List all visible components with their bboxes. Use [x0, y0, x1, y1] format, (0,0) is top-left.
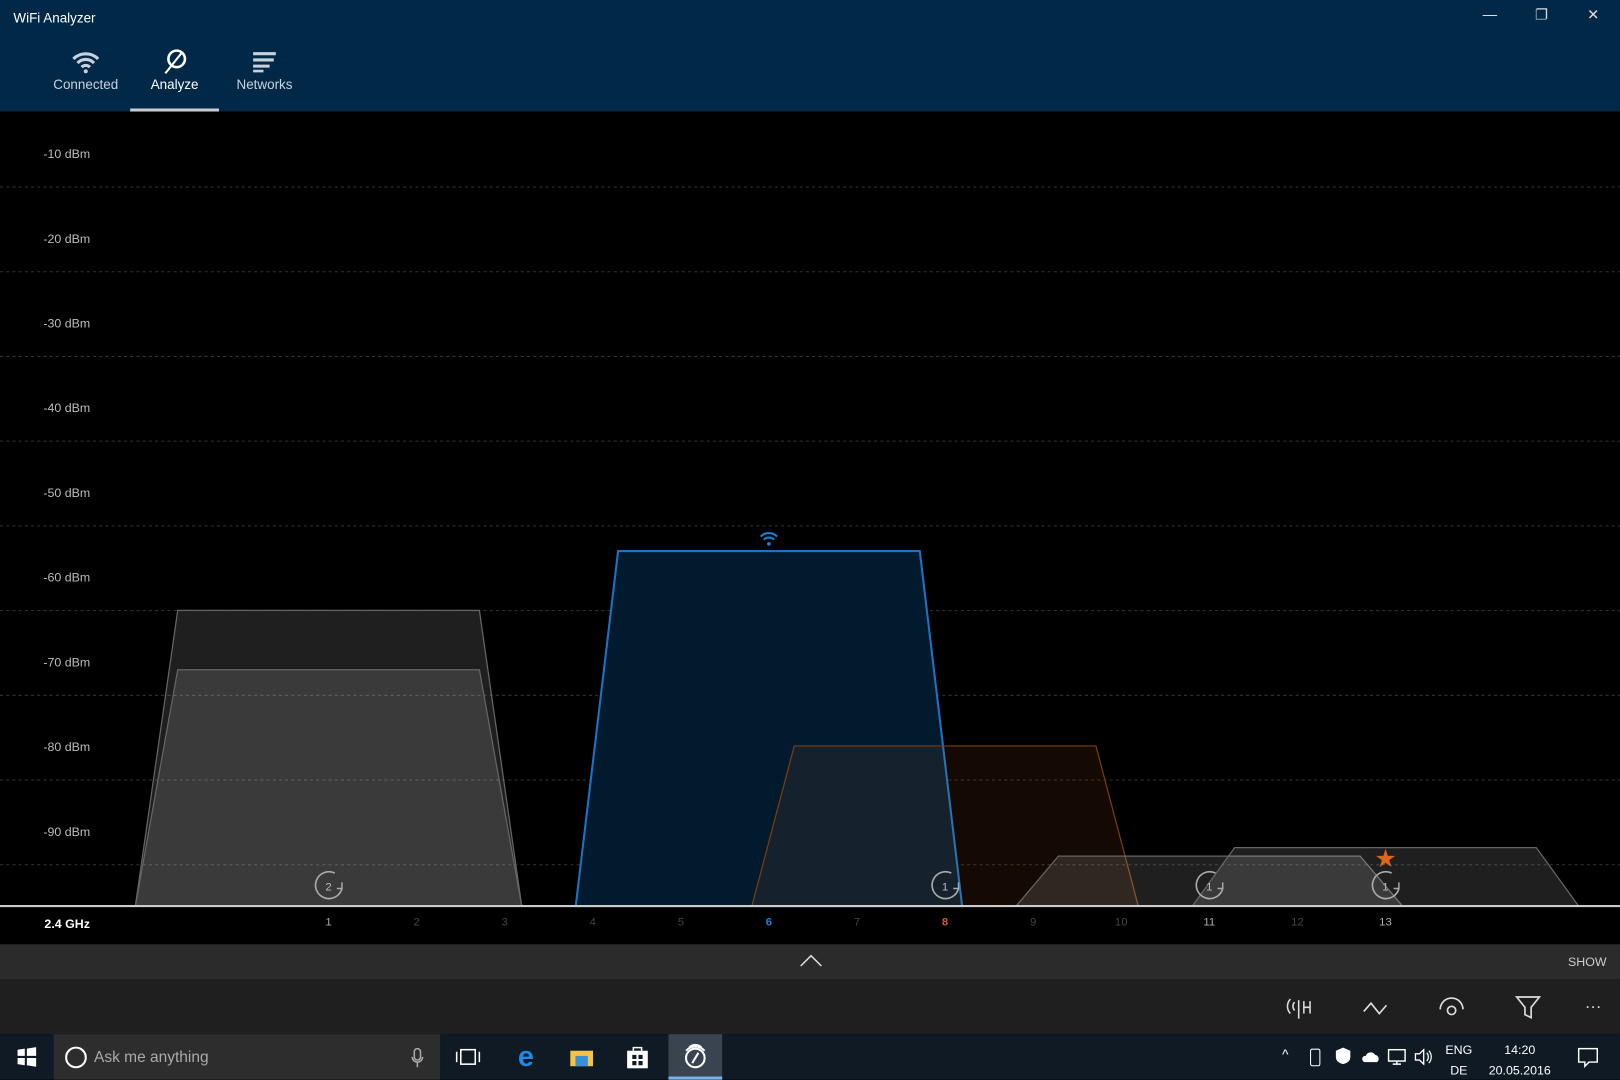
band-label: 2.4 GHz — [44, 916, 89, 930]
graph-icon[interactable] — [1360, 992, 1391, 1023]
cortana-icon — [65, 1047, 87, 1069]
microphone-icon[interactable] — [411, 1048, 423, 1074]
more-icon[interactable]: ··· — [1578, 992, 1609, 1023]
y-tick-label: -60 dBm — [43, 570, 90, 584]
y-tick-label: -20 dBm — [43, 231, 90, 245]
y-tick-label: -30 dBm — [43, 316, 90, 330]
store-icon[interactable] — [612, 1034, 664, 1079]
tab-analyze[interactable]: Analyze — [130, 48, 219, 112]
channel-label: 9 — [1030, 916, 1036, 928]
channel-network-count: 1 — [1206, 882, 1212, 894]
show-hidden-icons[interactable]: ^ — [1282, 1047, 1288, 1062]
usb-icon[interactable] — [1310, 1049, 1320, 1067]
command-bar: ··· — [0, 979, 1620, 1034]
network-icon[interactable] — [1388, 1049, 1407, 1071]
y-tick-label: -70 dBm — [43, 655, 90, 669]
lang-secondary: DE — [1445, 1060, 1472, 1080]
search-box[interactable]: Ask me anything — [54, 1034, 440, 1079]
channel-label: 10 — [1115, 916, 1128, 928]
channel-label: 1 — [325, 916, 331, 928]
favorite-star-icon: ★ — [1374, 846, 1396, 873]
y-tick-label: -90 dBm — [43, 824, 90, 838]
channel-label: 8 — [942, 916, 948, 928]
filter-icon[interactable] — [1513, 992, 1544, 1023]
tab-label: Connected — [41, 76, 130, 91]
title-bar: WiFi Analyzer — ❐ ✕ Connected Analyze Ne… — [0, 0, 1620, 112]
defender-shield-icon[interactable] — [1335, 1047, 1352, 1071]
lang-primary: ENG — [1445, 1039, 1472, 1060]
signal-chart: ★2111 -10 dBm-20 dBm-30 dBm-40 dBm-50 dB… — [0, 112, 1620, 945]
channel-label: 12 — [1291, 916, 1304, 928]
channel-label: 11 — [1203, 916, 1215, 928]
y-tick-label: -10 dBm — [43, 147, 90, 161]
channel-network-count: 1 — [1382, 882, 1388, 894]
chevron-up-icon[interactable] — [800, 953, 823, 973]
tab-label: Networks — [220, 76, 309, 91]
list-icon — [220, 48, 309, 77]
windows-start-icon[interactable] — [1, 1034, 53, 1079]
y-tick-label: -50 dBm — [43, 486, 90, 500]
minimize-button[interactable]: — — [1474, 6, 1505, 31]
eye-icon[interactable] — [1436, 992, 1467, 1023]
date: 20.05.2016 — [1485, 1060, 1555, 1080]
channel-label: 13 — [1379, 916, 1392, 928]
channel-network-count: 1 — [942, 882, 948, 894]
search-placeholder: Ask me anything — [94, 1049, 209, 1067]
edge-icon[interactable]: e — [500, 1034, 552, 1079]
action-center-icon[interactable] — [1578, 1048, 1599, 1074]
tab-label: Analyze — [130, 76, 219, 91]
analyze-icon — [130, 48, 219, 77]
app-title: WiFi Analyzer — [13, 10, 95, 25]
wifi-analyzer-taskbar-icon[interactable] — [668, 1034, 722, 1079]
volume-icon[interactable] — [1414, 1049, 1433, 1071]
wifi-icon — [41, 48, 130, 77]
taskbar: Ask me anything e ^ ENGDE 14:2020.05.201… — [0, 1034, 1620, 1079]
tab-networks[interactable]: Networks — [220, 48, 309, 112]
y-tick-label: -80 dBm — [43, 740, 90, 754]
y-tick-label: -40 dBm — [43, 401, 90, 415]
tab-connected[interactable]: Connected — [41, 48, 130, 112]
connected-wifi-icon — [761, 533, 778, 546]
file-explorer-icon[interactable] — [556, 1034, 608, 1079]
details-bar[interactable]: SHOW — [0, 944, 1620, 979]
channel-label: 5 — [678, 916, 684, 928]
restore-button[interactable]: ❐ — [1526, 6, 1557, 31]
close-button[interactable]: ✕ — [1578, 6, 1609, 31]
time: 14:20 — [1485, 1039, 1555, 1060]
show-button[interactable]: SHOW — [1568, 955, 1607, 969]
antenna-icon[interactable] — [1283, 992, 1314, 1023]
channel-label: 4 — [590, 916, 596, 928]
channel-network-count: 2 — [325, 882, 331, 894]
language-indicator[interactable]: ENGDE — [1445, 1039, 1472, 1080]
clock[interactable]: 14:2020.05.2016 — [1485, 1039, 1555, 1080]
channel-label: 3 — [502, 916, 508, 928]
channel-label: 7 — [854, 916, 860, 928]
task-view-icon[interactable] — [442, 1034, 494, 1079]
onedrive-icon[interactable] — [1362, 1050, 1381, 1069]
channel-label: 6 — [766, 916, 772, 928]
network-gray-ch1 — [135, 670, 521, 906]
channel-label: 2 — [413, 916, 419, 928]
